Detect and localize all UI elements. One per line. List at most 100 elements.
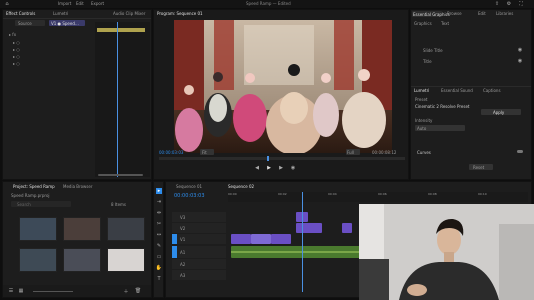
clip-label: V1 ● Speed… — [51, 21, 79, 26]
curves-toggle[interactable] — [517, 150, 523, 153]
video-clip[interactable] — [296, 223, 322, 233]
menu-item-export[interactable]: Export — [91, 1, 104, 6]
timeline-timecode[interactable]: 00:00:03:03 — [174, 193, 205, 199]
fit-dropdown[interactable]: Fit — [200, 149, 214, 155]
preset-value[interactable]: Cinematic 2 Resolve Preset — [415, 104, 470, 109]
search-placeholder: Search — [17, 202, 31, 207]
clip-bar — [97, 28, 145, 32]
keyframe-mini-timeline[interactable] — [95, 22, 150, 177]
menu-item-import[interactable]: Import — [58, 1, 71, 6]
eye-icon[interactable]: ◉ — [517, 58, 523, 64]
track-header-v1[interactable]: V1 — [172, 234, 226, 244]
intensity-label: Intensity — [415, 118, 433, 123]
rectangle-icon[interactable]: ▭ — [156, 254, 162, 260]
tab-project[interactable]: Project: Speed Ramp — [13, 184, 55, 189]
track-label: A2 — [180, 262, 186, 267]
settings-icon[interactable]: ⚙ — [506, 1, 512, 7]
ripple-edit-icon[interactable]: ⇹ — [156, 210, 162, 216]
track-select-icon[interactable]: ⇥ — [156, 199, 162, 205]
tab-media-browser[interactable]: Media Browser — [63, 184, 93, 189]
timeline-ruler[interactable]: 00:00 00:02 00:04 00:06 00:08 00:10 — [228, 192, 528, 202]
media-thumbnail[interactable] — [63, 217, 101, 241]
grid-view-icon[interactable]: ▦ — [18, 288, 24, 294]
hand-icon[interactable]: ✋ — [156, 265, 162, 271]
video-clip[interactable] — [231, 234, 251, 244]
pen-icon[interactable]: ✎ — [156, 243, 162, 249]
video-clip[interactable] — [271, 234, 291, 244]
track-target-toggle[interactable] — [172, 246, 177, 258]
project-search-input[interactable]: Search — [11, 201, 71, 207]
media-thumbnail[interactable] — [107, 248, 145, 272]
media-thumbnail[interactable] — [63, 248, 101, 272]
track-label: V3 — [180, 215, 186, 220]
scrub-playhead[interactable] — [267, 156, 269, 161]
timeline-playhead[interactable] — [302, 192, 303, 292]
track-label: V2 — [180, 226, 186, 231]
effect-controls-panel: Effect Controls Lumetri Audio Clip Mixer… — [2, 9, 152, 180]
tab-sequence-02[interactable]: Sequence 02 — [228, 184, 254, 189]
graphics-row[interactable]: Slide Title — [423, 48, 443, 53]
tab-lumetri-color[interactable]: Lumetri — [414, 88, 429, 93]
video-clip[interactable] — [342, 223, 352, 233]
razor-icon[interactable]: ✂ — [156, 221, 162, 227]
tab-lumetri[interactable]: Lumetri — [53, 11, 68, 16]
type-icon[interactable]: T — [156, 276, 162, 282]
tab-captions[interactable]: Captions — [483, 88, 501, 93]
effect-row: ▸ ○ — [13, 54, 20, 59]
tab-program[interactable]: Program: Sequence 01 — [157, 11, 203, 16]
playhead-line — [117, 22, 118, 177]
tab-libraries[interactable]: Libraries — [496, 11, 513, 16]
tab-text[interactable]: Text — [441, 21, 449, 26]
apply-button-label: Apply — [493, 110, 505, 115]
media-thumbnail[interactable] — [19, 217, 57, 241]
tab-browse[interactable]: Browse — [447, 11, 462, 16]
divider — [411, 86, 531, 87]
tab-graphics[interactable]: Graphics — [414, 21, 432, 26]
project-panel: Project: Speed Ramp Media Browser Speed … — [2, 181, 152, 298]
home-icon[interactable]: ⌂ — [4, 1, 10, 7]
graphics-row[interactable]: Title — [423, 59, 432, 64]
source-dropdown[interactable]: Source — [15, 20, 45, 26]
intensity-dropdown[interactable]: Auto — [415, 125, 465, 131]
program-scrub-bar[interactable] — [159, 156, 405, 161]
tab-essential-sound[interactable]: Essential Sound — [441, 88, 473, 93]
tab-edit[interactable]: Edit — [478, 11, 486, 16]
tab-sequence-01[interactable]: Sequence 01 — [176, 184, 202, 189]
new-item-icon[interactable]: ＋ — [123, 288, 129, 295]
trash-icon[interactable]: 🗑 — [135, 288, 141, 294]
apply-button[interactable]: Apply — [481, 109, 521, 115]
track-header-a1[interactable]: A1 — [172, 246, 226, 258]
divider — [3, 18, 151, 19]
track-header-v2[interactable]: V2 — [172, 223, 226, 233]
media-thumbnail[interactable] — [19, 248, 57, 272]
step-back-icon[interactable]: ◀ — [254, 165, 260, 171]
track-header-a3[interactable]: A3 — [172, 270, 226, 280]
zoom-slider[interactable] — [33, 291, 73, 292]
scrollbar[interactable] — [98, 174, 143, 176]
share-icon[interactable]: ⇧ — [494, 1, 500, 7]
reset-button[interactable]: Reset — [469, 164, 493, 170]
media-thumbnail[interactable] — [107, 217, 145, 241]
slip-icon[interactable]: ↔ — [156, 232, 162, 238]
track-target-toggle[interactable] — [172, 234, 177, 244]
curves-label[interactable]: Curves — [417, 150, 431, 155]
video-clip[interactable] — [251, 234, 271, 244]
menu-item-edit[interactable]: Edit — [76, 1, 84, 6]
track-header-v3[interactable]: V3 — [172, 212, 226, 222]
tab-effect-controls[interactable]: Effect Controls — [6, 11, 35, 16]
ruler-tick: 00:04 — [328, 192, 337, 196]
step-forward-icon[interactable]: ▶ — [278, 165, 284, 171]
video-frame[interactable] — [174, 20, 392, 153]
track-header-a2[interactable]: A2 — [172, 259, 226, 269]
tab-essential-graphics[interactable]: Essential Graphics — [412, 11, 450, 17]
selection-tool-icon[interactable]: ▸ — [156, 188, 162, 194]
tab-audio-clip-mixer[interactable]: Audio Clip Mixer — [113, 11, 145, 16]
eye-icon[interactable]: ◉ — [517, 47, 523, 53]
fullscreen-icon[interactable]: ⛶ — [518, 1, 524, 7]
list-view-icon[interactable]: ☰ — [8, 288, 14, 294]
full-dropdown[interactable]: Full — [346, 149, 360, 155]
export-frame-icon[interactable]: ◉ — [290, 165, 296, 171]
clip-dropdown[interactable]: V1 ● Speed… — [49, 20, 85, 26]
program-timecode[interactable]: 00:00:03:03 — [159, 150, 183, 155]
play-icon[interactable]: ▶ — [266, 165, 272, 171]
